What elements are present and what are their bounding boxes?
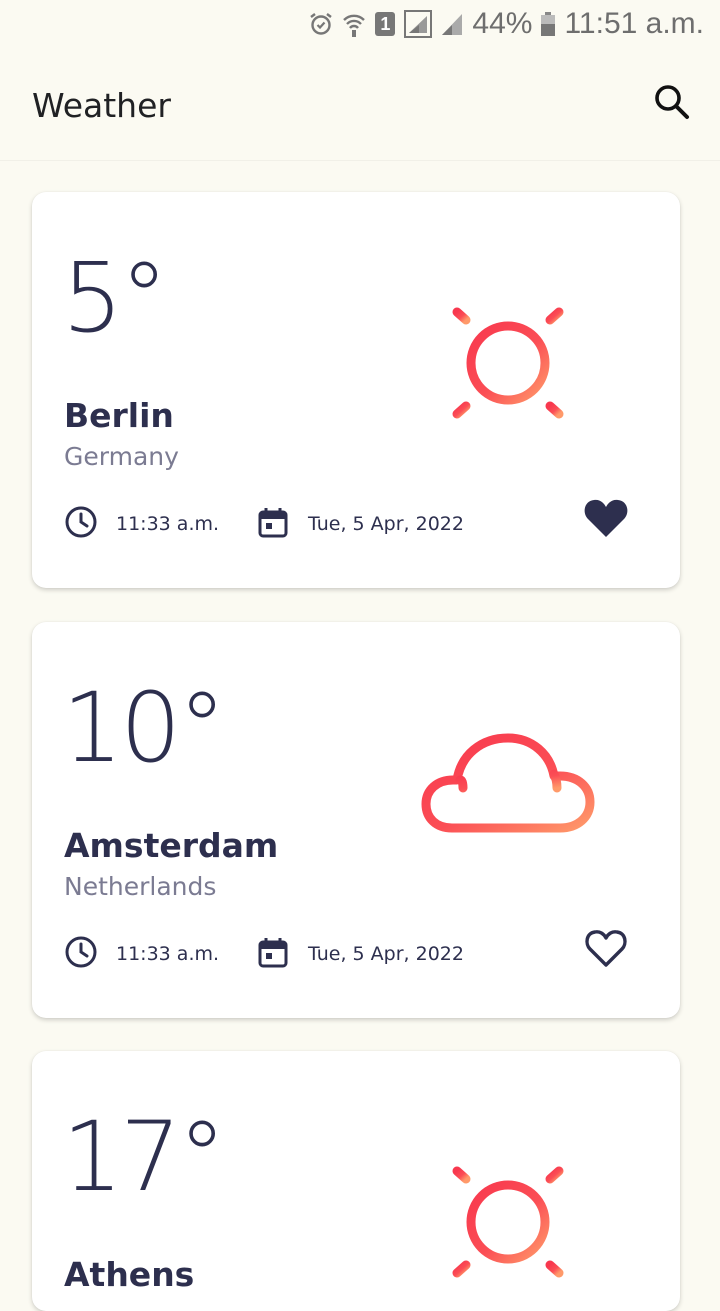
clock-icon bbox=[64, 935, 98, 973]
weather-card[interactable]: 10° Amsterdam Netherlands 11:33 a.m. Tue… bbox=[32, 622, 680, 1018]
wifi-icon bbox=[342, 11, 366, 37]
battery-icon bbox=[540, 11, 556, 37]
status-icons: 1 44% 11:51 a.m. bbox=[308, 0, 704, 48]
battery-percent: 44% bbox=[472, 7, 533, 40]
alarm-icon bbox=[308, 11, 334, 37]
page-title: Weather bbox=[32, 86, 171, 125]
temperature: 10° bbox=[62, 672, 226, 784]
signal-icon bbox=[404, 10, 433, 38]
calendar-icon bbox=[256, 935, 290, 973]
favorite-button[interactable] bbox=[580, 494, 632, 546]
local-date: Tue, 5 Apr, 2022 bbox=[308, 513, 464, 535]
clock-time: 11:51 a.m. bbox=[564, 7, 704, 40]
app-bar: Weather bbox=[0, 48, 720, 161]
heart-filled-icon bbox=[583, 497, 629, 543]
sim-icon: 1 bbox=[374, 11, 396, 37]
city-name: Amsterdam bbox=[64, 826, 279, 865]
heart-outline-icon bbox=[583, 927, 629, 973]
card-meta: 11:33 a.m. Tue, 5 Apr, 2022 bbox=[64, 504, 464, 544]
status-bar: 1 44% 11:51 a.m. bbox=[0, 0, 720, 48]
cloud-icon bbox=[418, 728, 598, 842]
favorite-button[interactable] bbox=[580, 924, 632, 976]
temperature: 17° bbox=[62, 1101, 226, 1213]
search-icon bbox=[652, 82, 692, 126]
local-time: 11:33 a.m. bbox=[116, 513, 220, 535]
card-meta: 11:33 a.m. Tue, 5 Apr, 2022 bbox=[64, 934, 464, 974]
calendar-icon bbox=[256, 505, 290, 543]
sun-icon bbox=[428, 1145, 588, 1309]
weather-card[interactable]: 5° Berlin Germany 11:33 a.m. Tue, 5 Apr,… bbox=[32, 192, 680, 588]
country-name: Germany bbox=[64, 442, 179, 471]
city-name: Athens bbox=[64, 1255, 195, 1294]
search-button[interactable] bbox=[648, 80, 696, 128]
local-time: 11:33 a.m. bbox=[116, 943, 220, 965]
weather-card[interactable]: 17° Athens bbox=[32, 1051, 680, 1311]
sun-icon bbox=[428, 286, 588, 450]
country-name: Netherlands bbox=[64, 872, 217, 901]
temperature: 5° bbox=[62, 242, 168, 354]
city-name: Berlin bbox=[64, 396, 174, 435]
signal-secondary-icon bbox=[440, 11, 464, 37]
clock-icon bbox=[64, 505, 98, 543]
sim-slot-label: 1 bbox=[380, 14, 391, 34]
local-date: Tue, 5 Apr, 2022 bbox=[308, 943, 464, 965]
